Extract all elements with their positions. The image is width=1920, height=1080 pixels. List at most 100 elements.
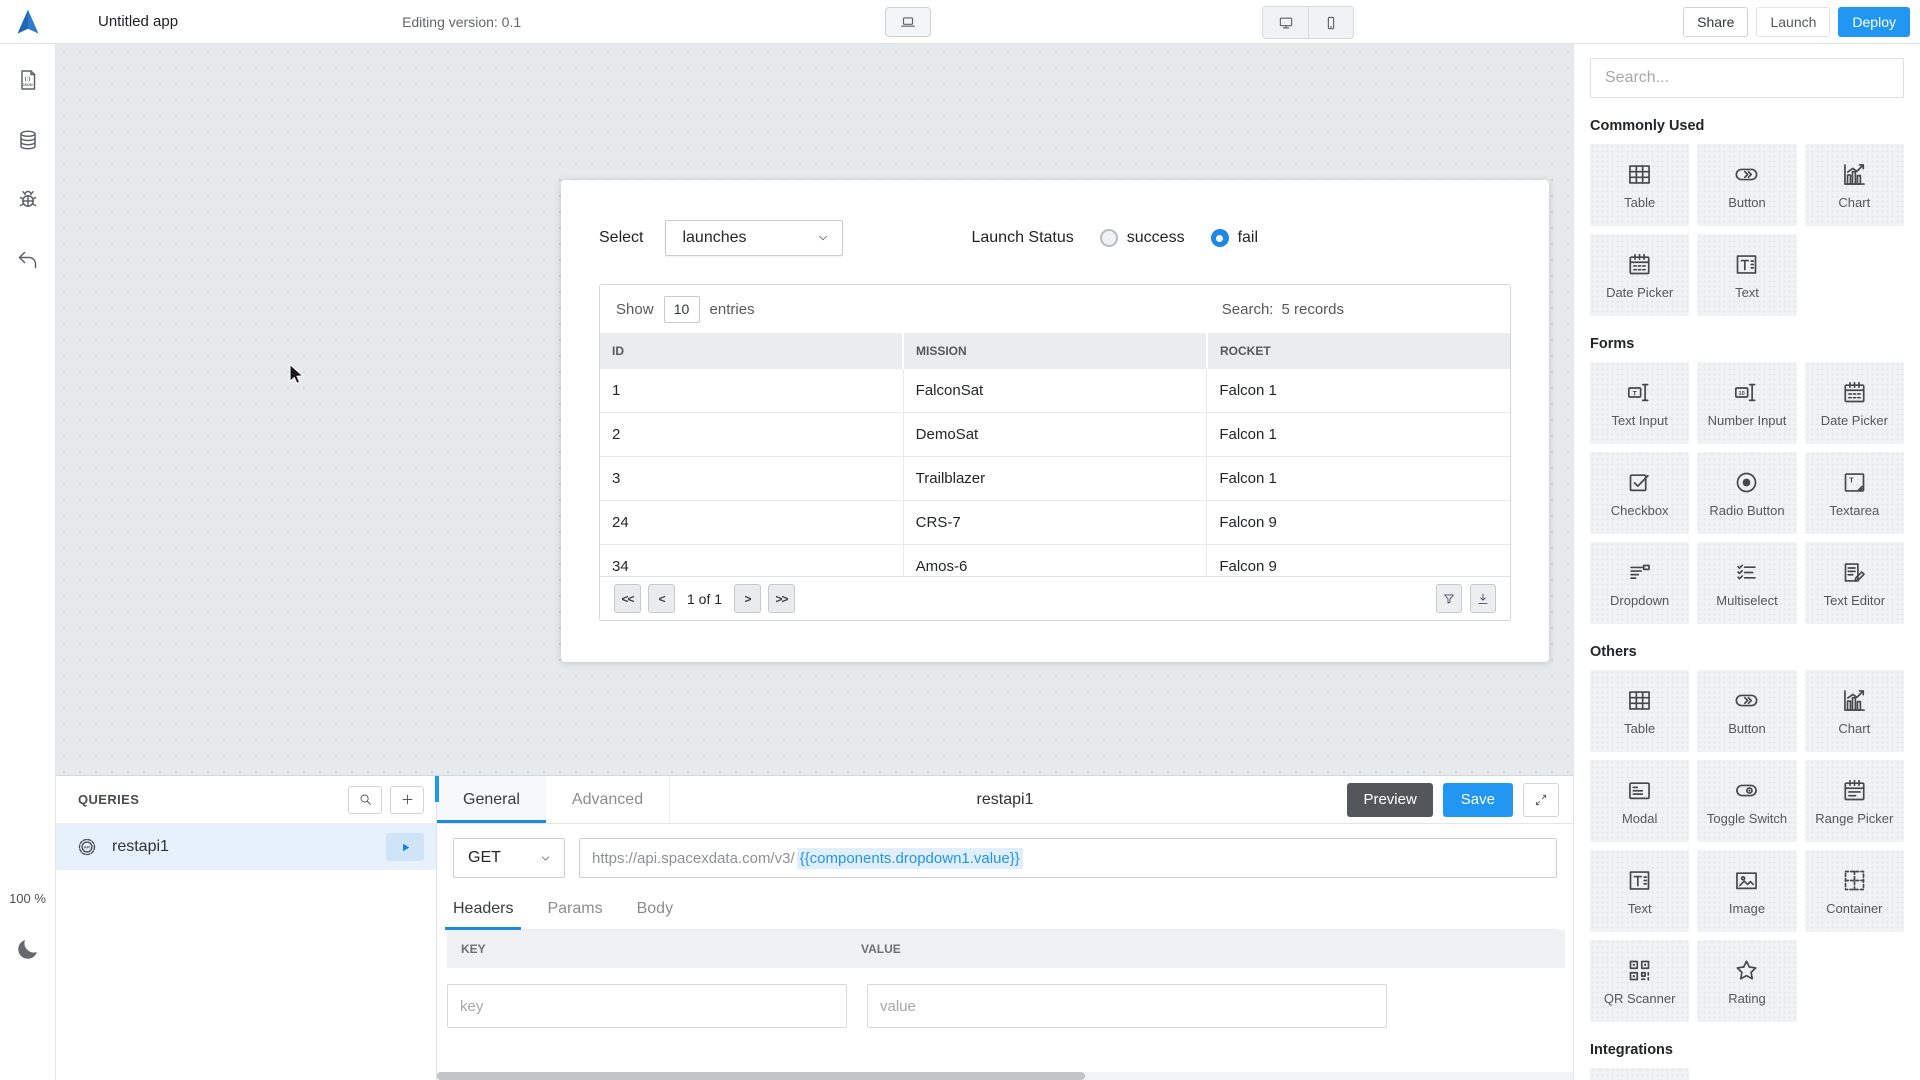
widget-card-multiselect[interactable]: Multiselect	[1697, 542, 1796, 624]
widget-card-button[interactable]: Button	[1697, 670, 1796, 752]
filter-button[interactable]	[1436, 584, 1462, 613]
launches-dropdown[interactable]: launches	[665, 220, 843, 256]
checkbox-icon	[1626, 469, 1653, 496]
widget-label: Textarea	[1829, 503, 1879, 518]
widget-card-rating[interactable]: Rating	[1697, 940, 1796, 1022]
query-name: restapi1	[112, 838, 372, 856]
table-row[interactable]: 34Amos-6Falcon 9	[600, 545, 1510, 576]
page-info: 1 of 1	[687, 591, 722, 607]
tab-params[interactable]: Params	[547, 896, 602, 929]
play-icon	[399, 841, 412, 854]
add-query-button[interactable]	[390, 786, 424, 814]
next-page-button[interactable]: >	[734, 584, 761, 613]
search-value[interactable]: 5 records	[1281, 301, 1344, 318]
undo-button[interactable]	[16, 248, 40, 272]
http-method-select[interactable]: GET	[453, 838, 565, 878]
table-row[interactable]: 24CRS-7Falcon 9	[600, 501, 1510, 545]
widget-card-chart[interactable]: Chart	[1805, 144, 1904, 226]
canvas[interactable]: Select launches Launch Status successfai…	[56, 44, 1573, 775]
widget-card-text-editor[interactable]: Text Editor	[1805, 542, 1904, 624]
first-page-button[interactable]: <<	[614, 584, 641, 613]
widget-card-qr-scanner[interactable]: QR Scanner	[1590, 940, 1689, 1022]
table-row[interactable]: 1FalconSatFalcon 1	[600, 369, 1510, 413]
app-logo[interactable]	[0, 8, 56, 36]
widget-card-date-picker[interactable]: Date Picker	[1590, 234, 1689, 316]
button-icon	[1733, 687, 1760, 714]
widget-card-container[interactable]: Container	[1805, 850, 1904, 932]
widget-card-table[interactable]: Table	[1590, 670, 1689, 752]
widget-label: Checkbox	[1611, 503, 1669, 518]
tab-general[interactable]: General	[437, 776, 546, 823]
widget-card-toggle-switch[interactable]: Toggle Switch	[1697, 760, 1796, 842]
widget-card-image[interactable]: Image	[1697, 850, 1796, 932]
widget-search-input[interactable]	[1590, 58, 1904, 98]
table-row[interactable]: 3TrailblazerFalcon 1	[600, 457, 1510, 501]
last-page-button[interactable]: >>	[768, 584, 795, 613]
search-queries-button[interactable]	[348, 786, 382, 814]
save-button[interactable]: Save	[1443, 783, 1513, 817]
header-value-input[interactable]	[867, 984, 1387, 1028]
widget-card-number-input[interactable]: 10Number Input	[1697, 362, 1796, 444]
table-row[interactable]: 2DemoSatFalcon 1	[600, 413, 1510, 457]
widget-card-dropdown[interactable]: Dropdown	[1590, 542, 1689, 624]
page-size-input[interactable]	[664, 296, 700, 323]
tab-body[interactable]: Body	[637, 896, 673, 929]
datasource-button[interactable]	[16, 128, 40, 152]
download-icon	[1476, 592, 1490, 606]
queries-title: QUERIES	[78, 792, 340, 807]
widget-card-button[interactable]: Button	[1697, 144, 1796, 226]
table-cell: Amos-6	[904, 545, 1208, 576]
header-key-input[interactable]	[447, 984, 847, 1028]
widget-label: Date Picker	[1606, 285, 1673, 300]
deploy-button[interactable]: Deploy	[1838, 7, 1910, 37]
entries-label: entries	[710, 301, 755, 318]
widget-card-text-input[interactable]: TText Input	[1590, 362, 1689, 444]
api-icon: API	[76, 836, 98, 858]
desktop-view-button[interactable]	[1263, 7, 1308, 38]
widget-card-text[interactable]: Text	[1590, 850, 1689, 932]
share-button[interactable]: Share	[1683, 7, 1748, 37]
url-input[interactable]: https://api.spacexdata.com/v3/ {{compone…	[579, 838, 1557, 878]
widget-card-date-picker[interactable]: Date Picker	[1805, 362, 1904, 444]
radio-option-success[interactable]: success	[1100, 229, 1185, 247]
json-file-button[interactable]: {:}JSON	[16, 68, 40, 92]
column-header-rocket[interactable]: ROCKET	[1208, 333, 1510, 369]
panel-resize-handle[interactable]	[435, 776, 439, 802]
dark-mode-toggle[interactable]	[15, 936, 41, 962]
mouse-cursor	[284, 362, 308, 386]
tab-headers[interactable]: Headers	[453, 896, 513, 929]
expand-button[interactable]	[1523, 783, 1559, 817]
widget-card-chart[interactable]: Chart	[1805, 670, 1904, 752]
launch-button[interactable]: Launch	[1756, 7, 1830, 37]
widget-card-range-picker[interactable]: Range Picker	[1805, 760, 1904, 842]
table-icon	[1626, 687, 1653, 714]
download-button[interactable]	[1470, 584, 1496, 613]
preview-button[interactable]: Preview	[1347, 783, 1432, 817]
launch-status-label: Launch Status	[971, 229, 1073, 247]
run-query-button[interactable]	[386, 833, 424, 861]
radio-unchecked-icon	[1100, 229, 1118, 247]
mobile-view-button[interactable]	[1308, 7, 1353, 38]
debug-button[interactable]	[16, 188, 40, 212]
editing-version-label: Editing version: 0.1	[402, 14, 521, 30]
filter-icon	[1442, 592, 1456, 606]
canvas-device-button[interactable]	[885, 7, 931, 37]
widget-card-textarea[interactable]: TTextarea	[1805, 452, 1904, 534]
app-title[interactable]: Untitled app	[98, 13, 178, 30]
widget-card-checkbox[interactable]: Checkbox	[1590, 452, 1689, 534]
prev-page-button[interactable]: <	[648, 584, 675, 613]
radio-option-fail[interactable]: fail	[1211, 229, 1258, 247]
column-header-mission[interactable]: MISSION	[904, 333, 1208, 369]
widget-card-radio-button[interactable]: Radio Button	[1697, 452, 1796, 534]
logo-icon	[14, 8, 42, 36]
widget-card-map[interactable]	[1590, 1068, 1689, 1080]
widget-card-text[interactable]: Text	[1697, 234, 1796, 316]
widgets-sidebar: Commonly UsedTableButtonChartDate Picker…	[1573, 44, 1920, 1080]
scrollbar-thumb[interactable]	[437, 1072, 1085, 1080]
column-header-id[interactable]: ID	[600, 333, 904, 369]
widget-card-modal[interactable]: Modal	[1590, 760, 1689, 842]
query-item-restapi1[interactable]: API restapi1	[56, 824, 436, 870]
widget-card-table[interactable]: Table	[1590, 144, 1689, 226]
horizontal-scrollbar[interactable]	[437, 1072, 1573, 1080]
tab-advanced[interactable]: Advanced	[546, 776, 669, 823]
